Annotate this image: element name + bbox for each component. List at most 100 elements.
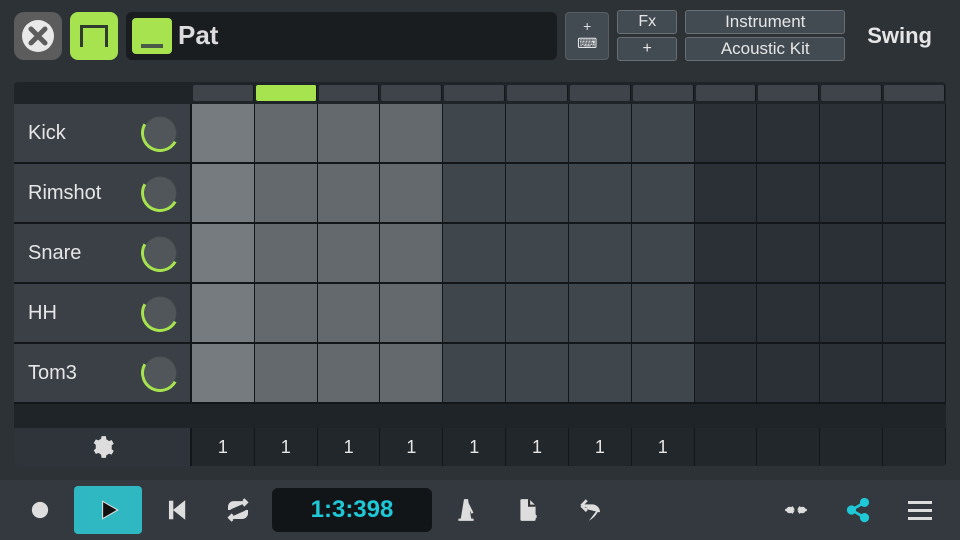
step-cell[interactable] [255,224,318,282]
pattern-view-button[interactable] [70,12,118,60]
ruler-cell[interactable] [884,85,945,101]
track-header[interactable]: Kick [14,104,192,162]
swing-button[interactable]: Swing [853,23,946,49]
volume-knob[interactable] [138,171,182,215]
step-cell[interactable] [380,224,443,282]
step-footer-cell[interactable]: 1 [318,428,381,466]
add-track-button[interactable] [500,486,556,534]
step-cell[interactable] [757,104,820,162]
share-button[interactable] [830,486,886,534]
step-cell[interactable] [569,284,632,342]
step-cell[interactable] [632,164,695,222]
step-cell[interactable] [506,164,569,222]
step-cell[interactable] [380,284,443,342]
ruler-cell[interactable] [821,85,882,101]
step-footer-cell[interactable] [757,428,820,466]
ruler-cell[interactable] [381,85,442,101]
step-cell[interactable] [632,344,695,402]
undo-button[interactable] [562,486,618,534]
play-button[interactable] [74,486,142,534]
step-cell[interactable] [443,284,506,342]
step-cell[interactable] [506,344,569,402]
step-footer-cell[interactable]: 1 [255,428,318,466]
keyboard-toggle-button[interactable]: + ⌨ [565,12,609,60]
step-cell[interactable] [318,164,381,222]
step-cell[interactable] [255,104,318,162]
metronome-button[interactable] [438,486,494,534]
step-cell[interactable] [632,224,695,282]
step-cell[interactable] [632,104,695,162]
step-footer-cell[interactable]: 1 [192,428,255,466]
volume-knob[interactable] [138,111,182,155]
marker-button[interactable] [768,486,824,534]
step-cell[interactable] [192,344,255,402]
step-cell[interactable] [757,284,820,342]
step-footer-cell[interactable] [820,428,883,466]
pattern-name-field[interactable]: Pat [126,12,557,60]
track-header[interactable]: Tom3 [14,344,192,402]
step-cell[interactable] [318,224,381,282]
step-cell[interactable] [192,224,255,282]
ruler-cell[interactable] [256,85,317,101]
step-cell[interactable] [632,284,695,342]
ruler-cell[interactable] [319,85,380,101]
step-cell[interactable] [506,104,569,162]
step-cell[interactable] [695,104,758,162]
ruler-cell[interactable] [633,85,694,101]
step-cell[interactable] [569,104,632,162]
step-cell[interactable] [318,284,381,342]
menu-button[interactable] [892,486,948,534]
track-settings-button[interactable] [14,428,192,466]
track-header[interactable]: Snare [14,224,192,282]
step-cell[interactable] [506,284,569,342]
step-cell[interactable] [255,284,318,342]
step-cell[interactable] [380,344,443,402]
step-cell[interactable] [883,224,946,282]
step-cell[interactable] [255,344,318,402]
ruler-cell[interactable] [193,85,254,101]
step-cell[interactable] [318,104,381,162]
step-cell[interactable] [380,164,443,222]
step-cell[interactable] [695,284,758,342]
step-cell[interactable] [192,164,255,222]
step-cell[interactable] [757,224,820,282]
ruler-cell[interactable] [758,85,819,101]
kit-button[interactable]: Acoustic Kit [685,37,845,61]
ruler-cell[interactable] [570,85,631,101]
step-cell[interactable] [883,344,946,402]
step-cell[interactable] [443,164,506,222]
step-cell[interactable] [695,164,758,222]
step-cell[interactable] [757,344,820,402]
volume-knob[interactable] [138,291,182,335]
step-cell[interactable] [695,224,758,282]
track-header[interactable]: HH [14,284,192,342]
step-footer-cell[interactable] [883,428,946,466]
volume-knob[interactable] [138,231,182,275]
record-button[interactable] [12,486,68,534]
step-cell[interactable] [569,164,632,222]
step-cell[interactable] [380,104,443,162]
step-cell[interactable] [820,164,883,222]
step-footer-cell[interactable]: 1 [569,428,632,466]
fx-button[interactable]: Fx [617,10,677,34]
step-cell[interactable] [883,104,946,162]
step-footer-cell[interactable]: 1 [506,428,569,466]
step-cell[interactable] [443,224,506,282]
loop-button[interactable] [210,486,266,534]
step-cell[interactable] [192,104,255,162]
step-cell[interactable] [443,344,506,402]
step-cell[interactable] [883,164,946,222]
step-cell[interactable] [318,344,381,402]
ruler-cell[interactable] [444,85,505,101]
ruler-cell[interactable] [507,85,568,101]
step-footer-cell[interactable]: 1 [380,428,443,466]
close-button[interactable] [14,12,62,60]
step-footer-cell[interactable] [695,428,758,466]
ruler-cell[interactable] [696,85,757,101]
fx-add-button[interactable]: + [617,37,677,61]
step-cell[interactable] [820,284,883,342]
volume-knob[interactable] [138,351,182,395]
step-cell[interactable] [820,224,883,282]
timecode-display[interactable]: 1:3:398 [272,488,432,532]
step-cell[interactable] [192,284,255,342]
